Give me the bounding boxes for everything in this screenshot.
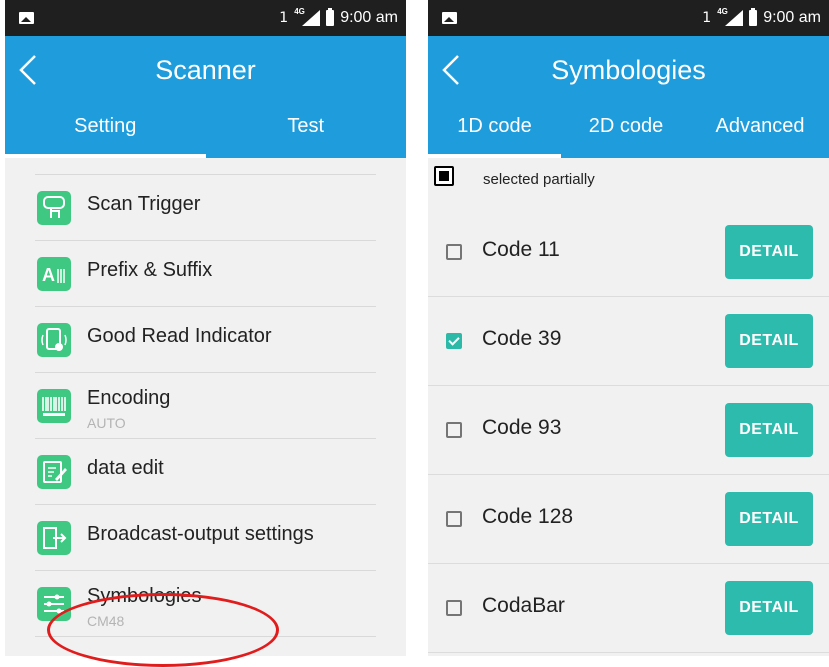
symbology-name: Code 93 [482, 416, 562, 439]
page-title: Scanner [155, 55, 256, 85]
symbology-row-code-11: Code 11 DETAIL [428, 208, 829, 297]
tab-setting[interactable]: Setting [5, 104, 206, 158]
symbology-content: selected partially Code 11 DETAIL Code 3… [428, 158, 829, 656]
clock: 9:00 am [763, 9, 821, 26]
setting-value: AUTO [87, 415, 126, 431]
clock: 9:00 am [340, 9, 398, 26]
app-bar: Scanner [5, 36, 406, 104]
image-notification-icon [442, 12, 457, 24]
svg-text:A: A [42, 265, 55, 285]
symbologies-screen: 1 4G 9:00 am Symbologies 1D code 2D code… [428, 0, 829, 656]
edit-icon [37, 455, 71, 489]
setting-label: data edit [87, 457, 164, 479]
sim-indicator: 1 [702, 10, 712, 26]
tab-test[interactable]: Test [206, 104, 407, 158]
page-title: Symbologies [551, 55, 706, 85]
good-read-indicator-icon [37, 323, 71, 357]
symbology-checkbox[interactable] [446, 244, 462, 260]
scanner-screen: 1 4G 9:00 am Scanner Setting Test Scan T… [5, 0, 406, 656]
status-bar: 1 4G 9:00 am [428, 0, 829, 36]
battery-icon [326, 8, 335, 26]
symbology-checkbox[interactable] [446, 333, 462, 349]
symbology-row-code-39: Code 39 DETAIL [428, 297, 829, 386]
symbology-checkbox[interactable] [446, 600, 462, 616]
settings-content: Scan Trigger A Prefix & Suffix Good Read… [5, 158, 406, 656]
signal-icon: 4G [294, 7, 321, 26]
symbology-row-code-93: Code 93 DETAIL [428, 386, 829, 475]
detail-button[interactable]: DETAIL [725, 403, 813, 457]
tab-bar: Setting Test [5, 104, 406, 158]
symbology-list: Code 11 DETAIL Code 39 DETAIL Code 93 DE… [428, 208, 829, 653]
broadcast-output-icon [37, 521, 71, 555]
setting-good-read-indicator[interactable]: Good Read Indicator [35, 307, 376, 373]
tab-advanced[interactable]: Advanced [691, 104, 829, 158]
setting-data-edit[interactable]: data edit [35, 439, 376, 505]
setting-broadcast-output[interactable]: Broadcast-output settings [35, 505, 376, 571]
setting-label: Scan Trigger [87, 193, 201, 215]
detail-button[interactable]: DETAIL [725, 225, 813, 279]
app-bar: Symbologies [428, 36, 829, 104]
symbology-name: CodaBar [482, 594, 565, 617]
symbology-name: Code 11 [482, 238, 560, 261]
symbology-checkbox[interactable] [446, 511, 462, 527]
symbology-checkbox[interactable] [446, 422, 462, 438]
scan-trigger-icon [37, 191, 71, 225]
tab-bar: 1D code 2D code Advanced [428, 104, 829, 158]
signal-icon: 4G [717, 7, 744, 26]
settings-list: Scan Trigger A Prefix & Suffix Good Read… [35, 174, 376, 637]
symbology-name: Code 128 [482, 505, 574, 528]
battery-icon [749, 8, 758, 26]
partial-select-checkbox[interactable] [434, 166, 454, 186]
prefix-suffix-icon: A [37, 257, 71, 291]
symbology-row-code-128: Code 128 DETAIL [428, 475, 829, 564]
image-notification-icon [19, 12, 34, 24]
setting-label: Prefix & Suffix [87, 259, 213, 281]
detail-button[interactable]: DETAIL [725, 581, 813, 635]
sim-indicator: 1 [279, 10, 289, 26]
tab-1d-code[interactable]: 1D code [428, 104, 561, 158]
setting-label: Good Read Indicator [87, 325, 272, 347]
setting-encoding[interactable]: Encoding AUTO [35, 373, 376, 439]
detail-button[interactable]: DETAIL [725, 492, 813, 546]
select-all-row[interactable]: selected partially [428, 158, 829, 208]
tab-2d-code[interactable]: 2D code [561, 104, 691, 158]
partial-select-label: selected partially [483, 171, 595, 188]
setting-label: Encoding [87, 387, 171, 409]
status-bar: 1 4G 9:00 am [5, 0, 406, 36]
setting-scan-trigger[interactable]: Scan Trigger [35, 175, 376, 241]
setting-prefix-suffix[interactable]: A Prefix & Suffix [35, 241, 376, 307]
barcode-icon [37, 389, 71, 423]
setting-label: Broadcast-output settings [87, 523, 314, 545]
symbology-row-codabar: CodaBar DETAIL [428, 564, 829, 653]
symbology-name: Code 39 [482, 327, 562, 350]
detail-button[interactable]: DETAIL [725, 314, 813, 368]
